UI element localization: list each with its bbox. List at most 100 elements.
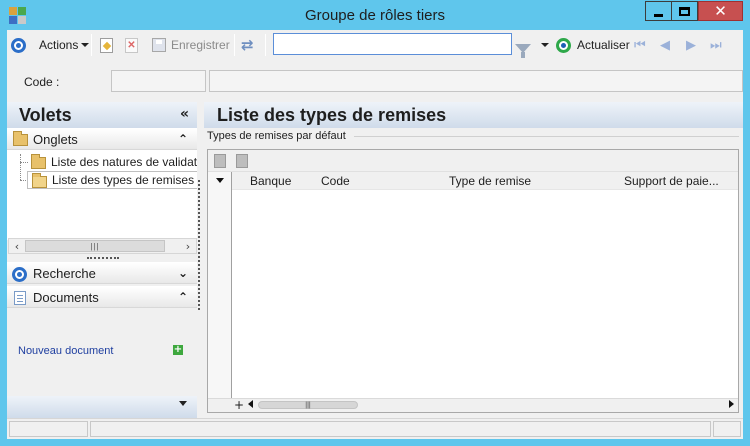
save-button[interactable]: Enregistrer — [152, 36, 230, 54]
filter-dropdown[interactable] — [538, 36, 549, 54]
close-icon: ✕ — [714, 1, 727, 20]
chevron-down-icon — [81, 43, 90, 47]
tree-item-natures[interactable]: Liste des natures de validation — [27, 153, 197, 171]
last-record-button[interactable]: ⏭ — [710, 36, 722, 54]
status-cell — [9, 421, 88, 437]
maximize-button[interactable] — [671, 1, 698, 21]
tabs-tree: Liste des natures de validation Liste de… — [7, 150, 197, 240]
grid-new-icon[interactable] — [214, 154, 226, 168]
remises-grid: Banque Code Type de remise Support de pa… — [207, 149, 739, 413]
scroll-thumb[interactable]: ||| — [25, 240, 165, 252]
next-record-button[interactable]: ▶ — [686, 36, 696, 54]
search-ring-icon — [12, 267, 27, 282]
vertical-splitter[interactable] — [198, 180, 200, 310]
tree-horizontal-scrollbar[interactable]: ‹ ||| › — [8, 238, 197, 254]
chevron-down-icon — [179, 401, 187, 406]
status-cell — [713, 421, 741, 437]
minimize-button[interactable] — [645, 1, 672, 21]
section-documents-label: Documents — [33, 289, 99, 305]
toolbar-separator — [91, 34, 92, 56]
expand-section-icon[interactable]: ⌄ — [178, 266, 188, 280]
search-input[interactable] — [274, 34, 511, 54]
new-button[interactable] — [100, 36, 113, 54]
delete-icon: ✕ — [125, 37, 138, 53]
title-bar: Groupe de rôles tiers ✕ — [0, 0, 750, 30]
column-header-banque[interactable]: Banque — [250, 174, 291, 188]
app-window: Groupe de rôles tiers ✕ Actions ✕ Enregi… — [0, 0, 750, 446]
column-header-type[interactable]: Type de remise — [449, 174, 531, 188]
row-selector-column — [208, 172, 232, 400]
refresh-label: Actualiser — [577, 38, 630, 52]
new-document-icon — [100, 37, 113, 53]
sync-button[interactable]: ⇄ — [241, 36, 254, 54]
section-recherche[interactable]: Recherche ⌄ — [7, 262, 197, 284]
grid-header: Banque Code Type de remise Support de pa… — [208, 172, 738, 190]
scroll-thumb[interactable]: ||| — [258, 401, 358, 409]
code-field[interactable] — [111, 70, 206, 92]
side-panel: Volets « Onglets ⌃ Liste des natures de … — [7, 102, 197, 418]
filter-button[interactable] — [515, 39, 531, 58]
scroll-left-icon[interactable]: ‹ — [9, 239, 25, 253]
group-divider — [354, 136, 739, 137]
section-documents[interactable]: Documents ⌃ — [7, 286, 197, 308]
toolbar-separator — [234, 34, 235, 56]
column-header-support[interactable]: Support de paie... — [624, 174, 719, 188]
add-row-icon[interactable]: + — [234, 398, 244, 412]
options-ring-icon — [11, 37, 26, 53]
main-panel: Liste des types de remises Types de remi… — [204, 102, 743, 418]
volets-header: Volets « — [7, 102, 197, 128]
add-document-icon[interactable]: + — [173, 345, 183, 355]
code-description-field[interactable] — [209, 70, 743, 92]
toolbar: Actions ✕ Enregistrer ⇄ Actualiser ⏮ ◀ ▶… — [7, 30, 743, 60]
section-recherche-label: Recherche — [33, 265, 96, 281]
previous-record-button[interactable]: ◀ — [660, 36, 670, 54]
actions-menu-button[interactable]: Actions — [39, 36, 90, 54]
section-onglets-label: Onglets — [33, 131, 78, 147]
group-label: Types de remises par défaut — [207, 130, 348, 142]
section-onglets[interactable]: Onglets ⌃ — [7, 128, 197, 150]
folder-icon — [31, 154, 46, 169]
filter-icon — [515, 43, 531, 58]
search-box[interactable] — [273, 33, 512, 55]
collapse-section-icon[interactable]: ⌃ — [178, 132, 188, 146]
close-button[interactable]: ✕ — [698, 1, 743, 21]
document-icon — [14, 291, 26, 305]
options-button[interactable] — [11, 36, 26, 54]
chevron-down-icon — [541, 43, 549, 47]
first-icon: ⏮ — [634, 37, 646, 53]
first-record-button[interactable]: ⏮ — [634, 36, 646, 54]
splitter-grip[interactable] — [87, 257, 119, 259]
previous-icon: ◀ — [660, 37, 670, 53]
status-cell — [90, 421, 711, 437]
main-title: Liste des types de remises — [204, 102, 743, 128]
grid-toolbar — [208, 150, 738, 172]
volets-title: Volets — [19, 104, 72, 125]
last-icon: ⏭ — [710, 37, 722, 53]
chevron-down-icon[interactable] — [216, 178, 224, 183]
next-icon: ▶ — [686, 37, 696, 53]
save-icon — [152, 38, 166, 52]
refresh-button[interactable]: Actualiser — [556, 36, 630, 54]
tree-item-label: Liste des types de remises — [52, 173, 195, 187]
tree-item-types-remises[interactable]: Liste des types de remises — [27, 171, 197, 189]
new-document-link[interactable]: Nouveau document — [18, 345, 113, 357]
sync-icon: ⇄ — [241, 36, 254, 54]
scroll-right-icon[interactable]: › — [180, 239, 196, 253]
tree-line — [20, 154, 21, 180]
column-header-code[interactable]: Code — [321, 174, 350, 188]
folder-icon — [13, 131, 28, 146]
scroll-left-icon[interactable] — [248, 400, 253, 408]
collapse-section-icon[interactable]: ⌃ — [178, 290, 188, 304]
save-label: Enregistrer — [171, 38, 230, 52]
grid-horizontal-scrollbar[interactable]: + ||| — [208, 398, 738, 412]
delete-button[interactable]: ✕ — [125, 36, 138, 54]
grid-edit-icon[interactable] — [236, 154, 248, 168]
refresh-icon — [556, 37, 571, 53]
collapse-panel-icon[interactable]: « — [180, 106, 189, 122]
client-area: Actions ✕ Enregistrer ⇄ Actualiser ⏮ ◀ ▶… — [7, 30, 743, 439]
toolbar-separator — [265, 34, 266, 56]
actions-label: Actions — [39, 38, 79, 52]
scroll-right-icon[interactable] — [729, 400, 734, 408]
side-panel-footer[interactable] — [7, 396, 197, 418]
code-row: Code : — [7, 60, 743, 102]
